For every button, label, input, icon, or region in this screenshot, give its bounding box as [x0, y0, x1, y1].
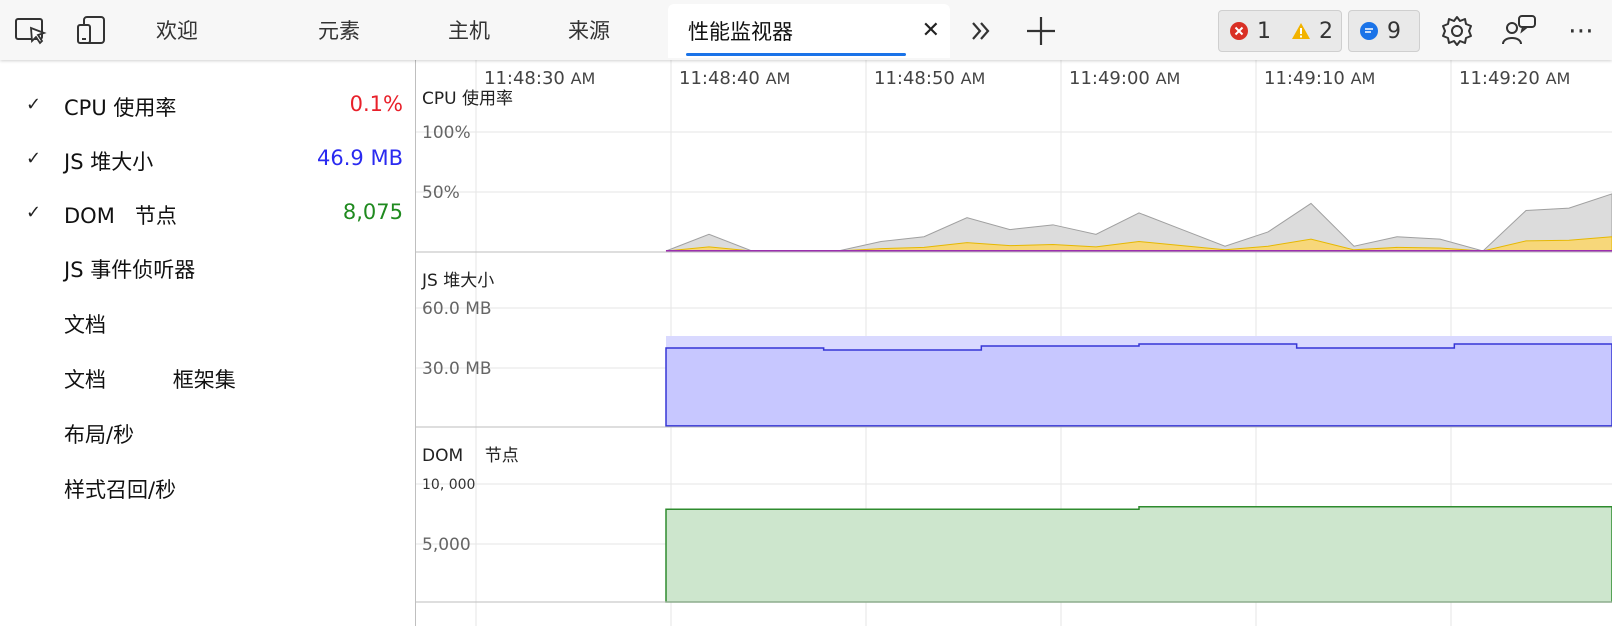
dom-tick-5000: 5,000: [422, 535, 471, 555]
metric-value: 46.9 MB: [317, 146, 403, 170]
dom-tick-10000: 10, 000: [422, 477, 475, 493]
time-label-1: 11:48:40 AM: [679, 68, 790, 89]
message-icon: [1360, 22, 1378, 40]
checkmark-icon: ✓: [26, 148, 42, 169]
tab-sources[interactable]: 来源: [568, 0, 610, 60]
dom-chart-title: DOM 节点: [422, 446, 519, 466]
more-options-icon[interactable]: ⋯: [1560, 10, 1602, 52]
metric-value: 0.1%: [349, 92, 403, 116]
add-tab-icon[interactable]: [1020, 10, 1062, 52]
checkmark-icon: ✓: [26, 94, 42, 115]
tab-performance-monitor[interactable]: 性能监视器 ✕: [668, 4, 950, 58]
metric-js-event-listeners[interactable]: JS 事件侦听器: [0, 248, 415, 288]
time-label-5: 11:49:20 AM: [1459, 68, 1570, 89]
heap-tick-60: 60.0 MB: [422, 299, 492, 319]
metric-document-frames[interactable]: 文档 框架集: [0, 358, 415, 398]
charts-canvas: 11:48:30 AM 11:48:40 AM 11:48:50 AM 11:4…: [416, 60, 1612, 626]
tab-console[interactable]: 主机: [448, 0, 490, 60]
more-tabs-icon[interactable]: [960, 10, 1002, 52]
settings-gear-icon[interactable]: [1436, 10, 1478, 52]
tab-welcome[interactable]: 欢迎: [156, 0, 198, 60]
device-emulation-icon[interactable]: [71, 10, 113, 52]
time-label-4: 11:49:10 AM: [1264, 68, 1375, 89]
feedback-icon[interactable]: [1498, 10, 1540, 52]
message-counter[interactable]: 9: [1348, 10, 1420, 52]
time-label-0: 11:48:30 AM: [484, 68, 595, 89]
metrics-sidebar: ✓ CPU 使用率 0.1% ✓ JS 堆大小 46.9 MB ✓ DOM 节点…: [0, 60, 416, 626]
time-label-2: 11:48:50 AM: [874, 68, 985, 89]
metric-dom-nodes[interactable]: ✓ DOM 节点 8,075: [0, 194, 415, 234]
warning-icon: [1292, 23, 1310, 39]
close-tab-icon[interactable]: ✕: [922, 18, 940, 43]
active-tab-indicator: [686, 53, 906, 56]
error-icon: [1230, 22, 1248, 40]
metric-value: 8,075: [342, 200, 403, 224]
issues-counter[interactable]: 1 2: [1218, 10, 1342, 52]
warning-count: 2: [1291, 19, 1333, 44]
cpu-chart-title: CPU 使用率: [422, 88, 513, 109]
tab-elements[interactable]: 元素: [318, 0, 360, 60]
heap-tick-30: 30.0 MB: [422, 359, 492, 379]
metric-js-heap-size[interactable]: ✓ JS 堆大小 46.9 MB: [0, 140, 415, 180]
inspect-element-icon[interactable]: [10, 10, 52, 52]
js-heap-area: [665, 343, 1612, 427]
time-label-3: 11:49:00 AM: [1069, 68, 1180, 89]
metric-layouts-per-sec[interactable]: 布局/秒: [0, 413, 415, 453]
checkmark-icon: ✓: [26, 202, 42, 223]
performance-charts: 11:48:30 AM 11:48:40 AM 11:48:50 AM 11:4…: [416, 60, 1612, 626]
metric-style-recalcs-per-sec[interactable]: 样式召回/秒: [0, 468, 415, 508]
metric-documents[interactable]: 文档: [0, 303, 415, 343]
message-count: 9: [1359, 19, 1401, 44]
dom-nodes-area: [665, 506, 1612, 603]
error-count: 1: [1229, 19, 1271, 44]
cpu-tick-100: 100%: [422, 123, 471, 143]
metric-cpu-usage[interactable]: ✓ CPU 使用率 0.1%: [0, 86, 415, 126]
heap-chart-title: JS 堆大小: [421, 271, 494, 291]
cpu-tick-50: 50%: [422, 183, 460, 203]
devtools-toolbar: 欢迎 元素 主机 来源 性能监视器 ✕ 1 2 9 ⋯: [0, 0, 1612, 60]
